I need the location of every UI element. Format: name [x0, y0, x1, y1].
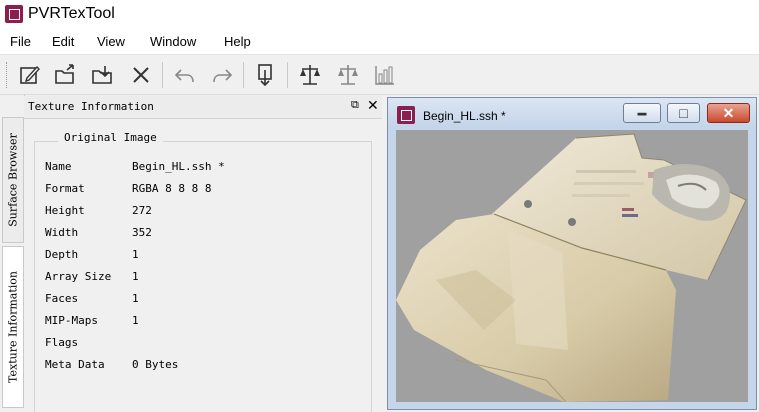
tab-texture-information[interactable]: Texture Information	[2, 246, 24, 408]
property-key: Width	[45, 226, 79, 239]
menu-edit[interactable]: Edit	[52, 34, 74, 49]
side-tab-strip: Surface Browser Texture Information	[0, 95, 25, 411]
property-value: 272	[132, 204, 152, 217]
tab-surface-browser-label: Surface Browser	[6, 133, 20, 227]
menu-bar: File Edit View Window Help	[0, 30, 759, 55]
property-value: 352	[132, 226, 152, 239]
maximize-button[interactable]: □	[667, 103, 700, 123]
toolbar	[0, 56, 759, 95]
app-icon	[5, 5, 23, 23]
float-panel-icon[interactable]: ⧉	[351, 99, 359, 112]
maximize-icon: □	[679, 105, 688, 121]
texture-information-panel: Texture Information ⧉ ✕ Original Image N…	[24, 96, 382, 412]
property-value: RGBA 8 8 8 8	[132, 182, 212, 195]
property-value: 1	[132, 292, 139, 305]
tab-surface-browser[interactable]: Surface Browser	[2, 117, 24, 243]
compare-icon[interactable]	[297, 62, 323, 88]
toolbar-separator	[162, 62, 163, 88]
tab-texture-information-label: Texture Information	[6, 271, 20, 383]
menu-file[interactable]: File	[10, 34, 31, 49]
panel-splitter[interactable]	[382, 95, 386, 411]
texture-subwindow: Begin_HL.ssh * ▬ □ ✕	[387, 97, 757, 410]
open-icon[interactable]	[53, 62, 79, 88]
subwindow-title: Begin_HL.ssh *	[423, 109, 506, 123]
subwindow-titlebar[interactable]: Begin_HL.ssh * ▬ □ ✕	[388, 98, 756, 128]
close-window-button[interactable]: ✕	[707, 103, 750, 123]
redo-icon[interactable]	[209, 62, 235, 88]
texture-viewport[interactable]	[396, 130, 748, 402]
menu-view[interactable]: View	[97, 34, 125, 49]
app-title: PVRTexTool	[28, 5, 115, 22]
property-value: 1	[132, 248, 139, 261]
document-icon	[397, 106, 415, 124]
panel-title: Texture Information	[28, 100, 154, 113]
edit-icon[interactable]	[17, 62, 43, 88]
property-key: Meta Data	[45, 358, 105, 371]
property-key: Array Size	[45, 270, 112, 283]
property-value: 1	[132, 314, 139, 327]
close-icon: ✕	[722, 105, 735, 121]
property-key: Depth	[45, 248, 79, 261]
minimize-icon: ▬	[637, 107, 647, 118]
minimize-button[interactable]: ▬	[623, 103, 661, 123]
save-icon[interactable]	[90, 62, 116, 88]
menu-help[interactable]: Help	[224, 34, 251, 49]
close-icon[interactable]	[128, 62, 154, 88]
histogram-icon[interactable]	[372, 62, 398, 88]
toolbar-separator	[243, 62, 244, 88]
undo-icon[interactable]	[172, 62, 198, 88]
panel-header: Texture Information ⧉ ✕	[24, 96, 382, 119]
diff-icon[interactable]	[335, 62, 361, 88]
property-key: Flags	[45, 336, 79, 349]
close-panel-icon[interactable]: ✕	[367, 97, 379, 114]
toolbar-grip[interactable]	[6, 62, 9, 88]
group-title: Original Image	[58, 131, 163, 144]
app-titlebar: PVRTexTool	[0, 0, 759, 30]
property-key: Faces	[45, 292, 79, 305]
property-key: Name	[45, 160, 72, 173]
property-key: Height	[45, 204, 85, 217]
property-value: 1	[132, 270, 139, 283]
property-key: MIP-Maps	[45, 314, 98, 327]
property-value: 0 Bytes	[132, 358, 179, 371]
property-key: Format	[45, 182, 85, 195]
texture-preview-image	[396, 133, 747, 402]
toolbar-separator	[287, 62, 288, 88]
menu-window[interactable]: Window	[150, 34, 196, 49]
encode-icon[interactable]	[252, 62, 278, 88]
property-value: Begin_HL.ssh *	[132, 160, 225, 173]
